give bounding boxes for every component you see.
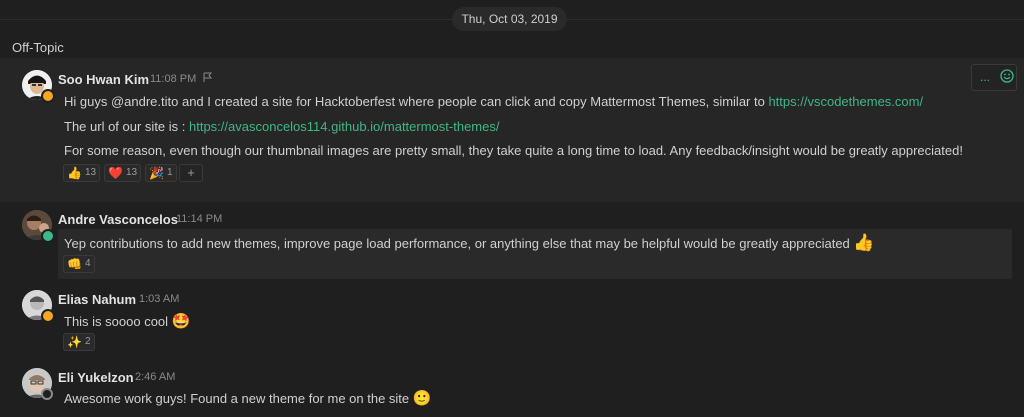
sparkles-emoji: ✨: [67, 335, 82, 349]
reaction-count: 1: [166, 167, 173, 178]
channel-name: Off-Topic: [12, 40, 64, 55]
status-offline-indicator: [41, 388, 53, 400]
add-reaction-button[interactable]: +: [179, 164, 203, 182]
message-line: Awesome work guys! Found a new theme for…: [64, 389, 431, 407]
more-actions-button[interactable]: ...: [980, 70, 990, 84]
reaction-count: 13: [84, 167, 97, 178]
post-author[interactable]: Andre Vasconcelos: [58, 212, 178, 227]
heart-emoji: ❤️: [108, 166, 123, 180]
star-struck-emoji: 🤩: [171, 313, 191, 330]
message-line: This is soooo cool 🤩: [64, 312, 190, 330]
date-pill: Thu, Oct 03, 2019: [452, 7, 567, 31]
reaction-heart[interactable]: ❤️ 13: [104, 164, 142, 182]
smile-icon[interactable]: [1000, 69, 1014, 83]
message-line: Yep contributions to add new themes, imp…: [64, 233, 875, 253]
message-link[interactable]: https://vscodethemes.com/: [768, 94, 923, 109]
post-hover-actions: ...: [971, 64, 1017, 91]
post-time[interactable]: 1:03 AM: [139, 293, 179, 305]
thumbsup-emoji: 👍: [853, 233, 875, 252]
status-away-indicator: [41, 89, 55, 103]
reaction-fist[interactable]: 👊 4: [63, 255, 95, 273]
status-online-indicator: [41, 229, 55, 243]
reaction-sparkles[interactable]: ✨ 2: [63, 333, 95, 351]
slight-smile-emoji: 🙂: [412, 390, 432, 407]
message-link[interactable]: https://avasconcelos114.github.io/matter…: [189, 119, 499, 134]
message-text: Yep contributions to add new themes, imp…: [64, 236, 850, 251]
reaction-tada[interactable]: 🎉 1: [145, 164, 177, 182]
post-time[interactable]: 11:14 PM: [176, 213, 222, 225]
tada-emoji: 🎉: [149, 166, 164, 180]
reaction-count: 13: [125, 167, 138, 178]
post-time[interactable]: 2:46 AM: [135, 371, 175, 383]
post-1[interactable]: Soo Hwan Kim 11:08 PM Hi guys @andre.tit…: [0, 58, 1024, 202]
reaction-count: 2: [84, 336, 91, 347]
message-text: Awesome work guys! Found a new theme for…: [64, 391, 410, 406]
date-separator: Thu, Oct 03, 2019: [0, 0, 1024, 38]
reaction-thumbsup[interactable]: 👍 13: [63, 164, 101, 182]
post-author[interactable]: Elias Nahum: [58, 292, 136, 307]
message-text: Hi guys @andre.tito and I created a site…: [64, 94, 769, 109]
message-text: The url of our site is :: [64, 119, 189, 134]
message-text: For some reason, even though our thumbna…: [64, 143, 963, 158]
reaction-count: 4: [84, 258, 91, 269]
message-line: The url of our site is : https://avascon…: [64, 119, 499, 134]
message-line: Hi guys @andre.tito and I created a site…: [64, 94, 923, 109]
thumbsup-emoji: 👍: [67, 166, 82, 180]
flag-icon[interactable]: [202, 72, 213, 86]
fist-emoji: 👊: [67, 257, 82, 271]
post-time[interactable]: 11:08 PM: [150, 73, 196, 85]
post-author[interactable]: Soo Hwan Kim: [58, 72, 149, 87]
message-text: This is soooo cool: [64, 314, 169, 329]
post-author[interactable]: Eli Yukelzon: [58, 370, 134, 385]
status-away-indicator: [41, 309, 55, 323]
message-line: For some reason, even though our thumbna…: [64, 143, 963, 158]
